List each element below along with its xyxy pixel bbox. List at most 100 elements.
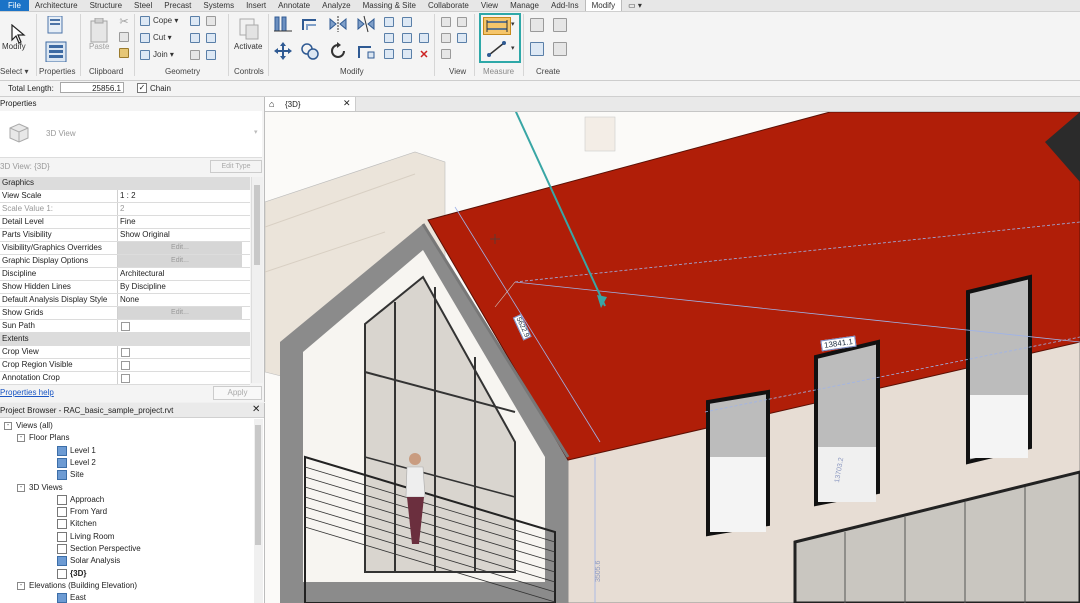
browser-item[interactable]: Site [70, 470, 84, 479]
geometry-tool-icon[interactable] [205, 49, 217, 61]
properties-scrollbar[interactable] [251, 177, 263, 383]
view-tool-icon[interactable] [440, 16, 452, 28]
3d-viewport[interactable]: 5622.9 13841.1 13703.2 3505.6 [265, 112, 1080, 603]
copy-icon[interactable] [118, 31, 130, 43]
menu-tab-view[interactable]: View [475, 0, 504, 11]
view-tab-3d[interactable]: ⌂ {3D} ✕ [265, 97, 356, 111]
align-tool-button[interactable] [272, 14, 294, 34]
create-similar-icon[interactable] [528, 16, 546, 34]
cope-icon[interactable] [139, 15, 151, 27]
geometry-tool-icon[interactable] [189, 49, 201, 61]
unpin-icon[interactable] [401, 48, 413, 60]
browser-item[interactable]: Solar Analysis [70, 556, 120, 565]
menu-tab-analyze[interactable]: Analyze [316, 0, 356, 11]
scale-icon[interactable] [401, 32, 413, 44]
create-assembly-icon[interactable] [528, 40, 546, 58]
browser-item[interactable]: Approach [70, 495, 104, 504]
measure-dropdown-arrow-icon[interactable]: ▾ [511, 44, 515, 52]
menu-tab-manage[interactable]: Manage [504, 0, 545, 11]
property-value[interactable]: Architectural [120, 269, 164, 278]
browser-item[interactable]: {3D} [70, 569, 86, 578]
view-tool-icon[interactable] [440, 48, 452, 60]
close-tab-icon[interactable]: ✕ [343, 98, 351, 109]
property-value[interactable]: 2 [120, 204, 124, 213]
menu-tab-precast[interactable]: Precast [158, 0, 197, 11]
view-tool-icon[interactable] [456, 32, 468, 44]
property-edit-button[interactable]: Edit... [118, 242, 242, 254]
property-value[interactable]: Fine [120, 217, 136, 226]
total-length-field[interactable]: 25856.1 [60, 82, 124, 93]
split-element-icon[interactable] [383, 16, 395, 28]
activate-button[interactable] [234, 14, 264, 44]
browser-item[interactable]: Living Room [70, 532, 114, 541]
browser-item[interactable]: Kitchen [70, 519, 97, 528]
create-group-icon[interactable] [551, 16, 569, 34]
menu-tab-structure[interactable]: Structure [84, 0, 128, 11]
quick-access-dropdown-icon[interactable]: ▭ ▾ [622, 0, 648, 11]
mirror-tool-button[interactable] [327, 14, 349, 34]
menu-tab-architecture[interactable]: Architecture [29, 0, 84, 11]
measure-between-references-button[interactable] [483, 17, 511, 35]
browser-item[interactable]: East [70, 593, 86, 602]
join-geometry-button[interactable]: Join ▾ [153, 50, 174, 59]
tree-collapse-icon[interactable]: - [17, 581, 25, 590]
property-checkbox[interactable] [121, 374, 130, 383]
join-geometry-icon[interactable] [139, 49, 151, 61]
instance-filter[interactable]: 3D View: {3D} [0, 162, 50, 171]
tree-collapse-icon[interactable]: - [17, 434, 25, 443]
move-tool-button[interactable] [272, 40, 294, 62]
browser-item[interactable]: 3D Views [29, 483, 63, 492]
pin-icon[interactable] [383, 48, 395, 60]
menu-tab-annotate[interactable]: Annotate [272, 0, 316, 11]
view-tool-icon[interactable] [456, 16, 468, 28]
tree-collapse-icon[interactable]: - [17, 483, 25, 492]
menu-tab-add-ins[interactable]: Add-Ins [545, 0, 585, 11]
split-gap-icon[interactable] [401, 16, 413, 28]
menu-tab-modify[interactable]: Modify [584, 0, 623, 11]
property-value[interactable]: Show Original [120, 230, 170, 239]
measure-dropdown-arrow-icon[interactable]: ▾ [511, 20, 515, 28]
cut-geometry-button[interactable]: Cut ▾ [153, 33, 172, 42]
select-panel-dropdown[interactable]: Select ▾ [0, 67, 28, 76]
edit-type-button[interactable]: Edit Type [210, 160, 262, 173]
apply-button[interactable]: Apply [213, 386, 262, 400]
property-checkbox[interactable] [121, 348, 130, 357]
geometry-tool-icon[interactable] [189, 15, 201, 27]
browser-item[interactable]: From Yard [70, 507, 107, 516]
properties-help-link[interactable]: Properties help [0, 388, 54, 397]
create-parts-icon[interactable] [551, 40, 569, 58]
browser-item[interactable]: Level 1 [70, 446, 96, 455]
offset-tool-button[interactable] [299, 14, 321, 34]
array-icon[interactable] [383, 32, 395, 44]
property-checkbox[interactable] [121, 361, 130, 370]
menu-tab-collaborate[interactable]: Collaborate [422, 0, 475, 11]
delete-icon[interactable]: ✕ [418, 48, 430, 61]
menu-tab-insert[interactable]: Insert [240, 0, 272, 11]
property-section-header[interactable]: Graphics [0, 177, 250, 190]
browser-item[interactable]: Floor Plans [29, 433, 69, 442]
browser-item[interactable]: Views (all) [16, 421, 53, 430]
property-value[interactable]: None [120, 295, 139, 304]
match-type-icon[interactable] [118, 47, 130, 59]
cope-button[interactable]: Cope ▾ [153, 16, 178, 25]
browser-item[interactable]: Elevations (Building Elevation) [29, 581, 137, 590]
menu-tab-file[interactable]: File [0, 0, 29, 11]
copy-tool-button[interactable] [299, 40, 321, 62]
rotate-tool-button[interactable] [327, 40, 349, 62]
property-value[interactable]: By Discipline [120, 282, 166, 291]
properties-button[interactable] [44, 16, 68, 62]
browser-item[interactable]: Level 2 [70, 458, 96, 467]
tree-collapse-icon[interactable]: - [4, 422, 12, 430]
type-selector[interactable]: 3D View ▾ [0, 111, 262, 158]
close-icon[interactable]: ✕ [252, 404, 260, 415]
cut-geometry-icon[interactable] [139, 32, 151, 44]
browser-item[interactable]: Section Perspective [70, 544, 141, 553]
menu-tab-systems[interactable]: Systems [197, 0, 240, 11]
cut-scissors-icon[interactable]: ✂ [118, 15, 130, 28]
browser-scrollbar[interactable] [254, 419, 263, 603]
menu-tab-massing-site[interactable]: Massing & Site [357, 0, 422, 11]
property-edit-button[interactable]: Edit... [118, 255, 242, 267]
property-checkbox[interactable] [121, 322, 130, 331]
property-edit-button[interactable]: Edit... [118, 307, 242, 319]
geometry-tool-icon[interactable] [205, 32, 217, 44]
